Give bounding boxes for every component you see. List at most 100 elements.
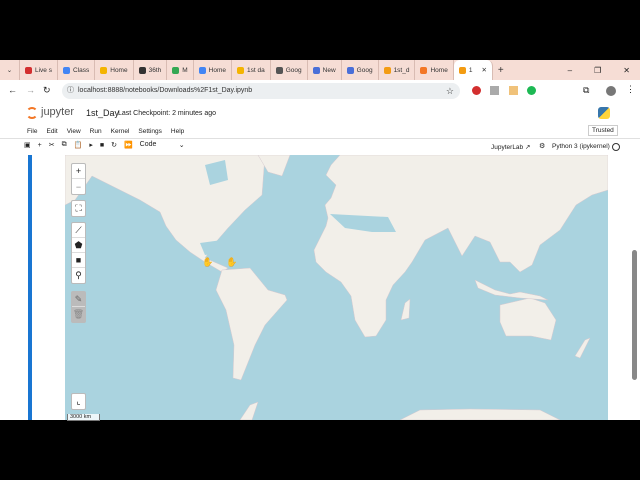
url-input[interactable]: ⓘ localhost:8888/notebooks/Downloads%2F1s… [62,83,460,99]
eurasia-africa [313,155,608,338]
tab-title: Goog [285,66,302,74]
bookmark-star-icon[interactable]: ☆ [446,83,454,99]
run-icon[interactable]: ▸ [89,141,93,149]
forward-icon[interactable]: → [26,85,35,95]
edit-layers-icon[interactable]: ✎ [72,292,85,307]
add-cell-icon[interactable]: + [38,142,42,149]
map-corner-control: ⌞ [71,393,86,410]
menu-edit[interactable]: Edit [46,128,57,135]
address-bar-row: ← → ↻ ⓘ localhost:8888/notebooks/Download… [0,80,640,102]
tab-title: Live s [35,66,52,74]
tab-favicon-icon [100,66,108,74]
menu-kernel[interactable]: Kernel [111,128,130,135]
tab-favicon-icon [420,66,428,74]
tab-favicon-icon [312,66,320,74]
menu-settings[interactable]: Settings [138,128,162,135]
extension-icon[interactable] [527,86,536,95]
browser-tab[interactable]: Home [95,60,134,80]
browser-tab[interactable]: Goog [342,60,379,80]
browser-tab[interactable]: Class [58,60,96,80]
chevron-down-icon: ⌄ [178,142,185,149]
restore-button[interactable]: ❐ [594,66,601,75]
trusted-indicator[interactable]: Trusted [588,125,618,136]
extensions-puzzle-icon[interactable]: ⧉ [583,85,589,96]
browser-menu-icon[interactable]: ⋮ [626,84,635,95]
extension-icon[interactable] [509,86,518,95]
jupyterlab-label: JupyterLab [491,144,524,151]
browser-tab[interactable]: Home [415,60,454,80]
tab-title: 1st_d [393,66,410,74]
south-america [215,267,288,381]
browser-tab[interactable]: New [308,60,342,80]
run-all-icon[interactable]: ⏩ [124,141,133,149]
menu-help[interactable]: Help [171,128,184,135]
world-map-tiles [65,155,608,420]
tab-title: Home [430,66,448,74]
tab-favicon-icon [62,66,70,74]
browser-tab[interactable]: Live s [20,60,58,80]
zoom-out-button[interactable]: − [72,179,85,194]
copy-icon[interactable]: ⧉ [62,141,67,149]
tab-favicon-icon [198,66,206,74]
save-icon[interactable]: ▣ [24,141,31,149]
browser-tab[interactable]: Home [194,60,233,80]
tab-favicon-icon [275,66,283,74]
zoom-in-button[interactable]: + [72,164,85,179]
close-window-button[interactable]: ✕ [623,66,630,75]
browser-tab[interactable]: Goog [271,60,308,80]
browser-tab[interactable]: 1st da [232,60,271,80]
antarctica [399,408,561,420]
box-select-icon[interactable]: ⌞ [72,394,85,409]
restart-icon[interactable]: ↻ [111,141,117,149]
scrollbar[interactable] [632,250,637,380]
draw-polygon-icon[interactable]: ⬟ [72,238,85,253]
browser-tab[interactable]: 1st_d [379,60,416,80]
close-tab-icon[interactable]: ✕ [481,66,486,74]
kernel-name[interactable]: Python 3 (ipykernel) [552,143,610,150]
active-cell-indicator [28,155,32,420]
leaflet-map[interactable] [65,155,608,420]
settings-gear-icon[interactable]: ⚙ [539,142,545,150]
draw-rectangle-icon[interactable]: ■ [72,253,85,268]
tab-title: Home [110,66,128,74]
north-america [65,155,266,273]
tab-title: M [182,66,188,74]
minimize-button[interactable]: – [568,66,572,75]
tab-favicon-icon [138,66,146,74]
menu-view[interactable]: View [67,128,81,135]
reload-icon[interactable]: ↻ [43,85,51,96]
browser-tab[interactable]: 36th [134,60,168,80]
profile-avatar[interactable] [606,86,616,96]
paste-icon[interactable]: 📋 [74,141,83,149]
delete-layers-icon[interactable]: 🗑 [72,307,85,322]
jupyterlab-link[interactable]: JupyterLab ↗ [491,143,530,151]
draw-marker-icon[interactable]: ⚲ [72,268,85,283]
browser-tab[interactable]: 1 ✕ [453,60,493,80]
menu-file[interactable]: File [27,128,37,135]
draw-toolbar: ⟋ ⬟ ■ ⚲ [71,222,86,284]
jupyter-logo-icon [26,107,38,119]
tab-search-button[interactable]: ⌄ [0,60,20,80]
browser-tab[interactable]: M [167,60,194,80]
extension-icon[interactable] [472,86,481,95]
menu-run[interactable]: Run [90,128,102,135]
madagascar [400,298,411,321]
site-info-icon[interactable]: ⓘ [67,83,74,99]
fullscreen-icon[interactable]: ⛶ [72,201,85,216]
draw-polyline-icon[interactable]: ⟋ [72,223,85,238]
cut-icon[interactable]: ✂ [49,141,55,149]
notebook-name[interactable]: 1st_Day [86,108,119,118]
hand-cursor-icon: ✋ [202,257,214,267]
tab-favicon-icon [237,66,245,74]
jupyter-header: jupyter 1st_Day Last Checkpoint: 2 minut… [0,102,640,156]
tab-favicon-icon [458,66,466,74]
menu-bar: File Edit View Run Kernel Settings Help [27,128,193,135]
new-tab-button[interactable]: + [493,60,509,80]
tab-title: New [322,66,336,74]
stop-icon[interactable]: ■ [100,142,104,149]
extension-icon[interactable] [490,86,499,95]
cell-type-select[interactable]: Code ⌄ [140,141,185,149]
fullscreen-control: ⛶ [71,200,86,217]
tab-title: Goog [356,66,373,74]
back-icon[interactable]: ← [8,85,17,95]
